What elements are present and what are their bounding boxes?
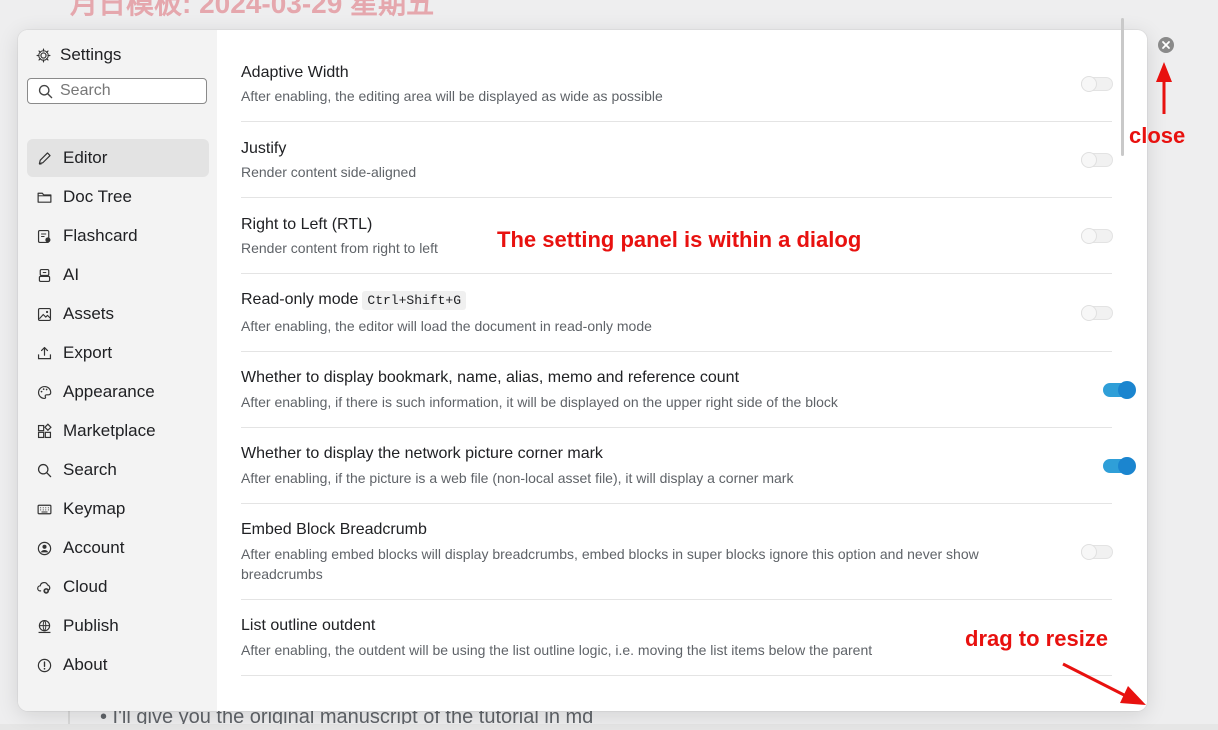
toggle-knob [1081,544,1097,560]
setting-description: After enabling embed blocks will display… [241,546,979,582]
sidebar-item-about[interactable]: About [27,646,209,684]
toggle-knob [1081,305,1097,321]
sidebar-item-doc-tree[interactable]: Doc Tree [27,178,209,216]
setting-title: Right to Left (RTL) [241,216,373,233]
sidebar-item-cloud[interactable]: Cloud [27,568,209,606]
setting-title: Adaptive Width [241,64,349,81]
sidebar-item-publish[interactable]: Publish [27,607,209,645]
sidebar-item-label: Account [63,538,125,557]
setting-row-network-picture-mark: Whether to display the network picture c… [241,428,1136,504]
annotation-close-note: close [1129,123,1186,148]
sidebar-item-export[interactable]: Export [27,334,209,372]
sidebar-item-label: Marketplace [63,421,156,440]
search-icon [35,461,53,479]
toggle-knob [1081,152,1097,168]
setting-title-text: Read-only mode [241,291,359,308]
gear-icon [34,46,52,64]
sidebar-item-editor[interactable]: Editor [27,139,209,177]
read-only-toggle[interactable] [1081,305,1113,321]
info-icon [35,656,53,674]
sidebar-item-label: Cloud [63,577,108,596]
sidebar-item-label: Doc Tree [63,187,132,206]
shortcut-badge: Ctrl+Shift+G [362,291,467,310]
setting-title: Justify [241,140,287,157]
sidebar-item-keymap[interactable]: Keymap [27,490,209,528]
sidebar-item-marketplace[interactable]: Marketplace [27,412,209,450]
robot-icon [35,266,53,284]
settings-dialog: Settings Editor Doc Tree Flashcard [18,30,1147,711]
setting-title: Read-only mode Ctrl+Shift+G [241,291,467,310]
bookmark-display-toggle[interactable] [1103,381,1136,399]
sidebar-item-flashcard[interactable]: Flashcard [27,217,209,255]
cloud-icon [35,578,53,596]
network-picture-mark-toggle[interactable] [1103,457,1136,475]
setting-description: After enabling, if the picture is a web … [241,470,794,486]
sidebar-item-label: Publish [63,616,119,635]
annotation-dialog-note: The setting panel is within a dialog [497,227,862,252]
sidebar-item-ai[interactable]: AI [27,256,209,294]
settings-sidebar: Settings Editor Doc Tree Flashcard [18,30,217,711]
rtl-toggle[interactable] [1081,228,1113,244]
image-icon [35,305,53,323]
keyboard-icon [35,500,53,518]
settings-search-box[interactable] [27,78,207,104]
setting-title: List outline outdent [241,617,376,634]
sidebar-item-label: Editor [63,148,108,167]
search-icon [36,82,54,100]
toggle-knob [1118,381,1136,399]
upload-icon [35,344,53,362]
pencil-icon [35,149,53,167]
marketplace-icon [35,422,53,440]
setting-row-adaptive-width: Adaptive Width After enabling, the editi… [241,46,1113,122]
sidebar-item-account[interactable]: Account [27,529,209,567]
sidebar-item-search[interactable]: Search [27,451,209,489]
sidebar-item-label: Export [63,343,113,362]
setting-title: Embed Block Breadcrumb [241,521,427,538]
setting-row-bookmark-display: Whether to display bookmark, name, alias… [241,352,1136,428]
close-icon [1162,41,1170,49]
setting-title: Whether to display the network picture c… [241,445,603,462]
justify-toggle[interactable] [1081,152,1113,168]
sidebar-item-label: Search [63,460,117,479]
sidebar-item-label: AI [63,265,80,284]
settings-header: Settings [34,44,121,66]
publish-icon [35,617,53,635]
adaptive-width-toggle[interactable] [1081,76,1113,92]
setting-description: Render content side-aligned [241,164,417,180]
sidebar-item-label: Appearance [63,382,155,401]
toggle-knob [1081,228,1097,244]
setting-description: After enabling, the editing area will be… [241,88,663,104]
setting-row-embed-breadcrumb: Embed Block Breadcrumb After enabling em… [241,504,1113,600]
palette-icon [35,383,53,401]
setting-title: Whether to display bookmark, name, alias… [241,369,740,386]
setting-description: After enabling, the outdent will be usin… [241,642,873,658]
setting-row-justify: Justify Render content side-aligned [241,122,1113,198]
embed-breadcrumb-toggle[interactable] [1081,544,1113,560]
close-arrow-icon [1156,62,1172,114]
annotation-resize-note: drag to resize [965,626,1109,651]
background-status-strip [0,724,1218,730]
settings-scrollbar[interactable] [1121,18,1124,156]
dialog-close-button[interactable] [1158,37,1174,53]
sidebar-item-appearance[interactable]: Appearance [27,373,209,411]
settings-nav: Editor Doc Tree Flashcard AI Assets Expo… [27,139,209,685]
account-icon [35,539,53,557]
sidebar-item-label: About [63,655,108,674]
background-doc-title: 月日模板: 2024-03-29 星期五 [70,0,435,19]
setting-description: After enabling, the editor will load the… [241,318,652,334]
flashcard-icon [35,227,53,245]
sidebar-item-label: Keymap [63,499,126,518]
toggle-knob [1081,76,1097,92]
settings-content: Adaptive Width After enabling, the editi… [217,30,1147,711]
sidebar-item-label: Assets [63,304,115,323]
setting-row-read-only: Read-only mode Ctrl+Shift+G After enablin… [241,274,1113,352]
sidebar-item-label: Flashcard [63,226,138,245]
setting-description: After enabling, if there is such informa… [241,394,838,410]
folder-icon [35,188,53,206]
sidebar-item-assets[interactable]: Assets [27,295,209,333]
settings-title: Settings [60,45,122,64]
settings-search-input[interactable] [60,82,200,100]
toggle-knob [1118,457,1136,475]
